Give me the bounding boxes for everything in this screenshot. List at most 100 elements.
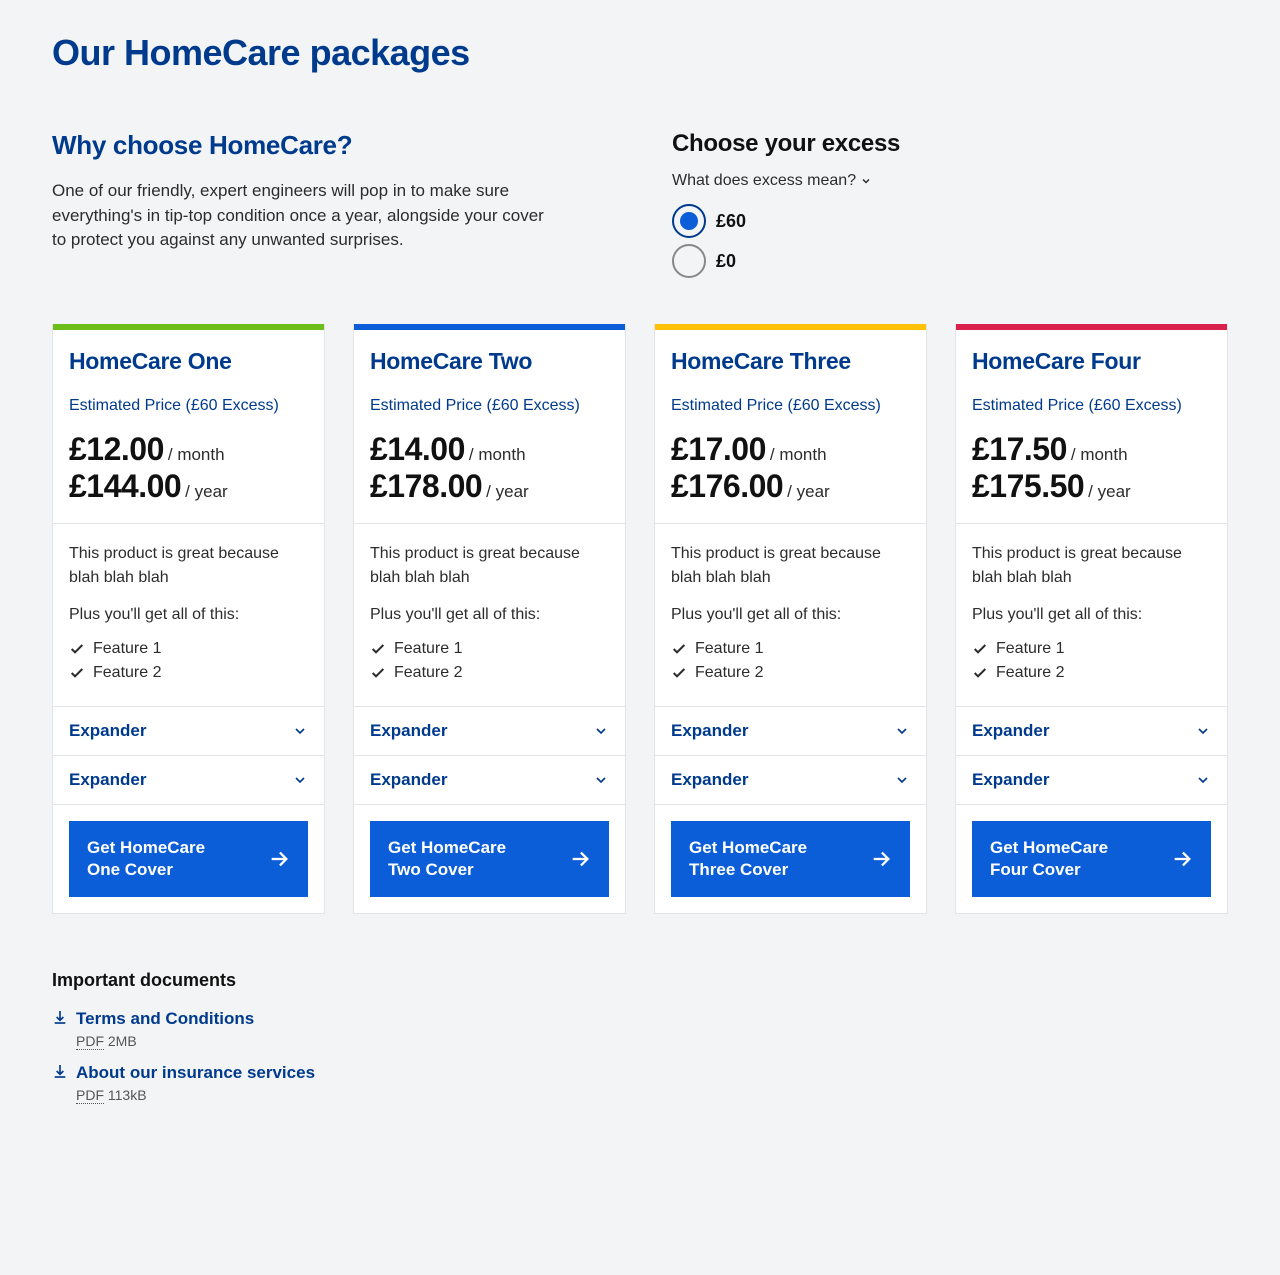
cta-label: Get HomeCare Four Cover — [990, 837, 1130, 881]
chevron-down-icon — [1195, 723, 1211, 739]
document-item: About our insurance services PDF 113kB — [52, 1063, 1228, 1103]
arrow-right-icon — [870, 848, 892, 870]
package-name: HomeCare One — [69, 348, 308, 375]
excess-section: Choose your excess What does excess mean… — [672, 130, 1228, 284]
expander-label: Expander — [370, 721, 447, 741]
page-title: Our HomeCare packages — [52, 32, 1228, 74]
check-icon — [69, 665, 85, 681]
excess-option-0[interactable]: £0 — [672, 244, 1228, 278]
package-name: HomeCare Two — [370, 348, 609, 375]
price-yearly: £178.00 — [370, 468, 482, 505]
check-icon — [972, 665, 988, 681]
feature-item: Feature 2 — [972, 664, 1211, 682]
expander[interactable]: Expander — [354, 706, 625, 755]
document-meta: PDF 113kB — [76, 1087, 315, 1103]
documents-heading: Important documents — [52, 970, 1228, 991]
check-icon — [69, 641, 85, 657]
get-cover-button[interactable]: Get HomeCare One Cover — [69, 821, 308, 897]
arrow-right-icon — [1171, 848, 1193, 870]
check-icon — [370, 641, 386, 657]
plus-intro: Plus you'll get all of this: — [671, 603, 910, 626]
package-card: HomeCare ThreeEstimated Price (£60 Exces… — [654, 324, 927, 914]
plus-intro: Plus you'll get all of this: — [370, 603, 609, 626]
per-month: / month — [469, 445, 526, 465]
expander[interactable]: Expander — [53, 706, 324, 755]
per-month: / month — [168, 445, 225, 465]
estimated-price-label: Estimated Price (£60 Excess) — [370, 395, 609, 417]
feature-item: Feature 2 — [370, 664, 609, 682]
chevron-down-icon — [292, 723, 308, 739]
per-year: / year — [486, 482, 529, 502]
download-icon — [52, 1063, 68, 1103]
chevron-down-icon — [292, 772, 308, 788]
excess-help-link[interactable]: What does excess mean? — [672, 172, 1228, 190]
package-card: HomeCare One Estimated Price (£60 Excess)… — [52, 324, 325, 914]
estimated-price-label: Estimated Price (£60 Excess) — [69, 395, 308, 417]
per-month: / month — [1071, 445, 1128, 465]
expander-label: Expander — [671, 721, 748, 741]
package-description: This product is great because blah blah … — [69, 542, 308, 588]
expander[interactable]: Expander — [53, 755, 324, 804]
price-yearly: £144.00 — [69, 468, 181, 505]
why-body: One of our friendly, expert engineers wi… — [52, 179, 552, 253]
check-icon — [671, 665, 687, 681]
feature-item: Feature 2 — [671, 664, 910, 682]
expander-label: Expander — [69, 721, 146, 741]
chevron-down-icon — [593, 772, 609, 788]
excess-option-label: £60 — [716, 211, 746, 232]
estimated-price-label: Estimated Price (£60 Excess) — [671, 395, 910, 417]
expander[interactable]: Expander — [956, 755, 1227, 804]
check-icon — [370, 665, 386, 681]
excess-option-60[interactable]: £60 — [672, 204, 1228, 238]
why-choose-section: Why choose HomeCare? One of our friendly… — [52, 130, 552, 284]
plus-intro: Plus you'll get all of this: — [69, 603, 308, 626]
expander[interactable]: Expander — [655, 755, 926, 804]
expander-label: Expander — [69, 770, 146, 790]
feature-label: Feature 2 — [394, 664, 462, 682]
chevron-down-icon — [894, 772, 910, 788]
document-link[interactable]: Terms and Conditions — [76, 1009, 254, 1029]
why-heading: Why choose HomeCare? — [52, 130, 552, 161]
feature-label: Feature 2 — [93, 664, 161, 682]
price-yearly: £176.00 — [671, 468, 783, 505]
document-meta: PDF 2MB — [76, 1033, 254, 1049]
feature-item: Feature 1 — [972, 640, 1211, 658]
estimated-price-label: Estimated Price (£60 Excess) — [972, 395, 1211, 417]
arrow-right-icon — [268, 848, 290, 870]
document-item: Terms and Conditions PDF 2MB — [52, 1009, 1228, 1049]
feature-label: Feature 1 — [996, 640, 1064, 658]
expander[interactable]: Expander — [354, 755, 625, 804]
expander-label: Expander — [972, 770, 1049, 790]
cta-label: Get HomeCare Three Cover — [689, 837, 829, 881]
document-link[interactable]: About our insurance services — [76, 1063, 315, 1083]
expander[interactable]: Expander — [956, 706, 1227, 755]
feature-item: Feature 1 — [69, 640, 308, 658]
package-description: This product is great because blah blah … — [972, 542, 1211, 588]
download-icon — [52, 1009, 68, 1049]
documents-section: Important documents Terms and Conditions… — [52, 970, 1228, 1103]
chevron-down-icon — [1195, 772, 1211, 788]
get-cover-button[interactable]: Get HomeCare Four Cover — [972, 821, 1211, 897]
feature-label: Feature 1 — [394, 640, 462, 658]
expander[interactable]: Expander — [655, 706, 926, 755]
chevron-down-icon — [894, 723, 910, 739]
expander-label: Expander — [370, 770, 447, 790]
radio-icon — [672, 244, 706, 278]
price-monthly: £17.50 — [972, 431, 1067, 468]
package-card: HomeCare Two Estimated Price (£60 Excess)… — [353, 324, 626, 914]
chevron-down-icon — [860, 175, 872, 187]
check-icon — [671, 641, 687, 657]
feature-item: Feature 2 — [69, 664, 308, 682]
package-description: This product is great because blah blah … — [671, 542, 910, 588]
arrow-right-icon — [569, 848, 591, 870]
package-name: HomeCare Four — [972, 348, 1211, 375]
expander-label: Expander — [671, 770, 748, 790]
per-year: / year — [1088, 482, 1131, 502]
feature-label: Feature 1 — [695, 640, 763, 658]
get-cover-button[interactable]: Get HomeCare Two Cover — [370, 821, 609, 897]
per-month: / month — [770, 445, 827, 465]
get-cover-button[interactable]: Get HomeCare Three Cover — [671, 821, 910, 897]
chevron-down-icon — [593, 723, 609, 739]
plus-intro: Plus you'll get all of this: — [972, 603, 1211, 626]
excess-help-label: What does excess mean? — [672, 172, 856, 190]
